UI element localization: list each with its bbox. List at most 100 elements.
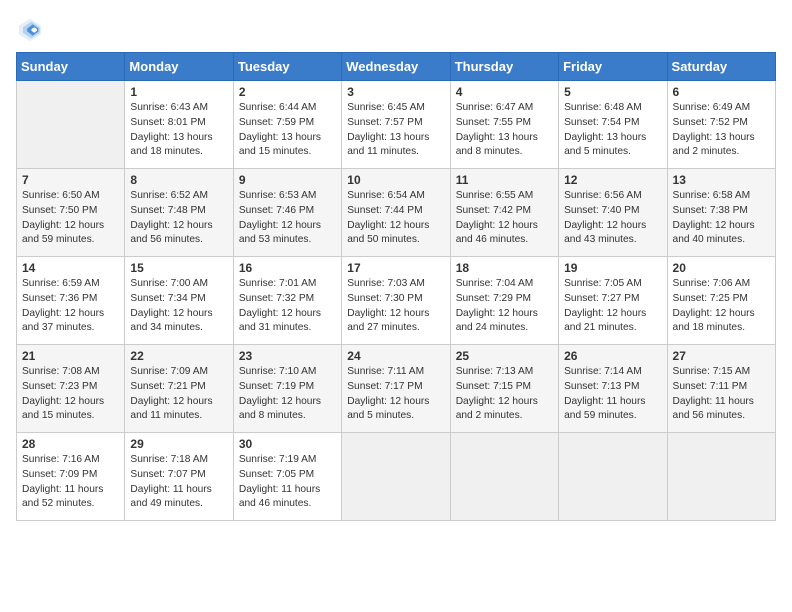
calendar-cell: 14 Sunrise: 6:59 AMSunset: 7:36 PMDayligh…: [17, 257, 125, 345]
day-number: 15: [130, 261, 227, 275]
cell-content: Sunrise: 7:01 AMSunset: 7:32 PMDaylight:…: [239, 277, 336, 336]
day-number: 13: [673, 173, 770, 187]
day-number: 18: [456, 261, 553, 275]
cell-content: Sunrise: 7:13 AMSunset: 7:15 PMDaylight:…: [456, 365, 553, 424]
calendar-cell: 18 Sunrise: 7:04 AMSunset: 7:29 PMDayligh…: [450, 257, 558, 345]
day-number: 17: [347, 261, 444, 275]
cell-content: Sunrise: 6:58 AMSunset: 7:38 PMDaylight:…: [673, 189, 770, 248]
cell-content: Sunrise: 6:47 AMSunset: 7:55 PMDaylight:…: [456, 101, 553, 160]
calendar-cell: 23Sunrise: 7:10 AMSunset: 7:19 PMDayligh…: [233, 345, 341, 433]
day-number: 29: [130, 437, 227, 451]
cell-content: Sunrise: 6:52 AMSunset: 7:48 PMDaylight:…: [130, 189, 227, 248]
calendar-cell: [342, 433, 450, 521]
calendar-cell: 30Sunrise: 7:19 AMSunset: 7:05 PMDayligh…: [233, 433, 341, 521]
weekday-header-saturday: Saturday: [667, 53, 775, 81]
day-number: 22: [130, 349, 227, 363]
weekday-header-monday: Monday: [125, 53, 233, 81]
cell-content: Sunrise: 6:49 AMSunset: 7:52 PMDaylight:…: [673, 101, 770, 160]
calendar-table: SundayMondayTuesdayWednesdayThursdayFrid…: [16, 52, 776, 521]
day-number: 23: [239, 349, 336, 363]
calendar-cell: 13 Sunrise: 6:58 AMSunset: 7:38 PMDayligh…: [667, 169, 775, 257]
day-number: 1: [130, 85, 227, 99]
calendar-cell: 6 Sunrise: 6:49 AMSunset: 7:52 PMDaylight…: [667, 81, 775, 169]
calendar-cell: 17 Sunrise: 7:03 AMSunset: 7:30 PMDayligh…: [342, 257, 450, 345]
weekday-header-sunday: Sunday: [17, 53, 125, 81]
calendar-cell: 29 Sunrise: 7:18 AMSunset: 7:07 PMDayligh…: [125, 433, 233, 521]
day-number: 21: [22, 349, 119, 363]
calendar-cell: 19 Sunrise: 7:05 AMSunset: 7:27 PMDayligh…: [559, 257, 667, 345]
logo-icon: [16, 16, 44, 44]
day-number: 20: [673, 261, 770, 275]
day-number: 28: [22, 437, 119, 451]
calendar-cell: 20 Sunrise: 7:06 AMSunset: 7:25 PMDayligh…: [667, 257, 775, 345]
calendar-week-row: 28 Sunrise: 7:16 AMSunset: 7:09 PMDayligh…: [17, 433, 776, 521]
day-number: 3: [347, 85, 444, 99]
day-number: 11: [456, 173, 553, 187]
calendar-week-row: 21 Sunrise: 7:08 AMSunset: 7:23 PMDayligh…: [17, 345, 776, 433]
weekday-header-thursday: Thursday: [450, 53, 558, 81]
day-number: 24: [347, 349, 444, 363]
day-number: 12: [564, 173, 661, 187]
calendar-cell: 16 Sunrise: 7:01 AMSunset: 7:32 PMDayligh…: [233, 257, 341, 345]
calendar-cell: 15Sunrise: 7:00 AMSunset: 7:34 PMDayligh…: [125, 257, 233, 345]
weekday-header-tuesday: Tuesday: [233, 53, 341, 81]
page-header: [16, 16, 776, 44]
day-number: 9: [239, 173, 336, 187]
cell-content: Sunrise: 7:14 AMSunset: 7:13 PMDaylight:…: [564, 365, 661, 424]
calendar-cell: [559, 433, 667, 521]
calendar-week-row: 14 Sunrise: 6:59 AMSunset: 7:36 PMDayligh…: [17, 257, 776, 345]
cell-content: Sunrise: 7:05 AMSunset: 7:27 PMDaylight:…: [564, 277, 661, 336]
cell-content: Sunrise: 6:43 AMSunset: 8:01 PMDaylight:…: [130, 101, 227, 160]
cell-content: Sunrise: 6:48 AMSunset: 7:54 PMDaylight:…: [564, 101, 661, 160]
cell-content: Sunrise: 7:16 AMSunset: 7:09 PMDaylight:…: [22, 453, 119, 512]
calendar-cell: 3 Sunrise: 6:45 AMSunset: 7:57 PMDaylight…: [342, 81, 450, 169]
calendar-cell: [17, 81, 125, 169]
calendar-cell: 25 Sunrise: 7:13 AMSunset: 7:15 PMDayligh…: [450, 345, 558, 433]
day-number: 4: [456, 85, 553, 99]
calendar-cell: 4 Sunrise: 6:47 AMSunset: 7:55 PMDaylight…: [450, 81, 558, 169]
weekday-header-row: SundayMondayTuesdayWednesdayThursdayFrid…: [17, 53, 776, 81]
day-number: 25: [456, 349, 553, 363]
day-number: 16: [239, 261, 336, 275]
cell-content: Sunrise: 7:18 AMSunset: 7:07 PMDaylight:…: [130, 453, 227, 512]
calendar-week-row: 1 Sunrise: 6:43 AMSunset: 8:01 PMDaylight…: [17, 81, 776, 169]
day-number: 19: [564, 261, 661, 275]
day-number: 6: [673, 85, 770, 99]
cell-content: Sunrise: 6:55 AMSunset: 7:42 PMDaylight:…: [456, 189, 553, 248]
cell-content: Sunrise: 7:03 AMSunset: 7:30 PMDaylight:…: [347, 277, 444, 336]
day-number: 26: [564, 349, 661, 363]
calendar-cell: 9Sunrise: 6:53 AMSunset: 7:46 PMDaylight…: [233, 169, 341, 257]
day-number: 10: [347, 173, 444, 187]
calendar-cell: [450, 433, 558, 521]
calendar-cell: 27Sunrise: 7:15 AMSunset: 7:11 PMDayligh…: [667, 345, 775, 433]
calendar-cell: 7Sunrise: 6:50 AMSunset: 7:50 PMDaylight…: [17, 169, 125, 257]
cell-content: Sunrise: 7:11 AMSunset: 7:17 PMDaylight:…: [347, 365, 444, 424]
calendar-cell: 26 Sunrise: 7:14 AMSunset: 7:13 PMDayligh…: [559, 345, 667, 433]
cell-content: Sunrise: 7:06 AMSunset: 7:25 PMDaylight:…: [673, 277, 770, 336]
calendar-cell: 11 Sunrise: 6:55 AMSunset: 7:42 PMDayligh…: [450, 169, 558, 257]
calendar-cell: 2 Sunrise: 6:44 AMSunset: 7:59 PMDaylight…: [233, 81, 341, 169]
calendar-cell: 21 Sunrise: 7:08 AMSunset: 7:23 PMDayligh…: [17, 345, 125, 433]
cell-content: Sunrise: 7:15 AMSunset: 7:11 PMDaylight:…: [673, 365, 770, 424]
cell-content: Sunrise: 7:04 AMSunset: 7:29 PMDaylight:…: [456, 277, 553, 336]
weekday-header-wednesday: Wednesday: [342, 53, 450, 81]
calendar-cell: 22 Sunrise: 7:09 AMSunset: 7:21 PMDayligh…: [125, 345, 233, 433]
calendar-cell: 10Sunrise: 6:54 AMSunset: 7:44 PMDayligh…: [342, 169, 450, 257]
cell-content: Sunrise: 7:08 AMSunset: 7:23 PMDaylight:…: [22, 365, 119, 424]
day-number: 7: [22, 173, 119, 187]
cell-content: Sunrise: 6:45 AMSunset: 7:57 PMDaylight:…: [347, 101, 444, 160]
cell-content: Sunrise: 6:44 AMSunset: 7:59 PMDaylight:…: [239, 101, 336, 160]
calendar-cell: [667, 433, 775, 521]
cell-content: Sunrise: 6:56 AMSunset: 7:40 PMDaylight:…: [564, 189, 661, 248]
calendar-cell: 12 Sunrise: 6:56 AMSunset: 7:40 PMDayligh…: [559, 169, 667, 257]
calendar-cell: 28 Sunrise: 7:16 AMSunset: 7:09 PMDayligh…: [17, 433, 125, 521]
day-number: 2: [239, 85, 336, 99]
day-number: 14: [22, 261, 119, 275]
cell-content: Sunrise: 6:59 AMSunset: 7:36 PMDaylight:…: [22, 277, 119, 336]
calendar-week-row: 7Sunrise: 6:50 AMSunset: 7:50 PMDaylight…: [17, 169, 776, 257]
day-number: 5: [564, 85, 661, 99]
cell-content: Sunrise: 7:09 AMSunset: 7:21 PMDaylight:…: [130, 365, 227, 424]
calendar-cell: 24 Sunrise: 7:11 AMSunset: 7:17 PMDayligh…: [342, 345, 450, 433]
calendar-cell: 5 Sunrise: 6:48 AMSunset: 7:54 PMDaylight…: [559, 81, 667, 169]
calendar-cell: 8Sunrise: 6:52 AMSunset: 7:48 PMDaylight…: [125, 169, 233, 257]
